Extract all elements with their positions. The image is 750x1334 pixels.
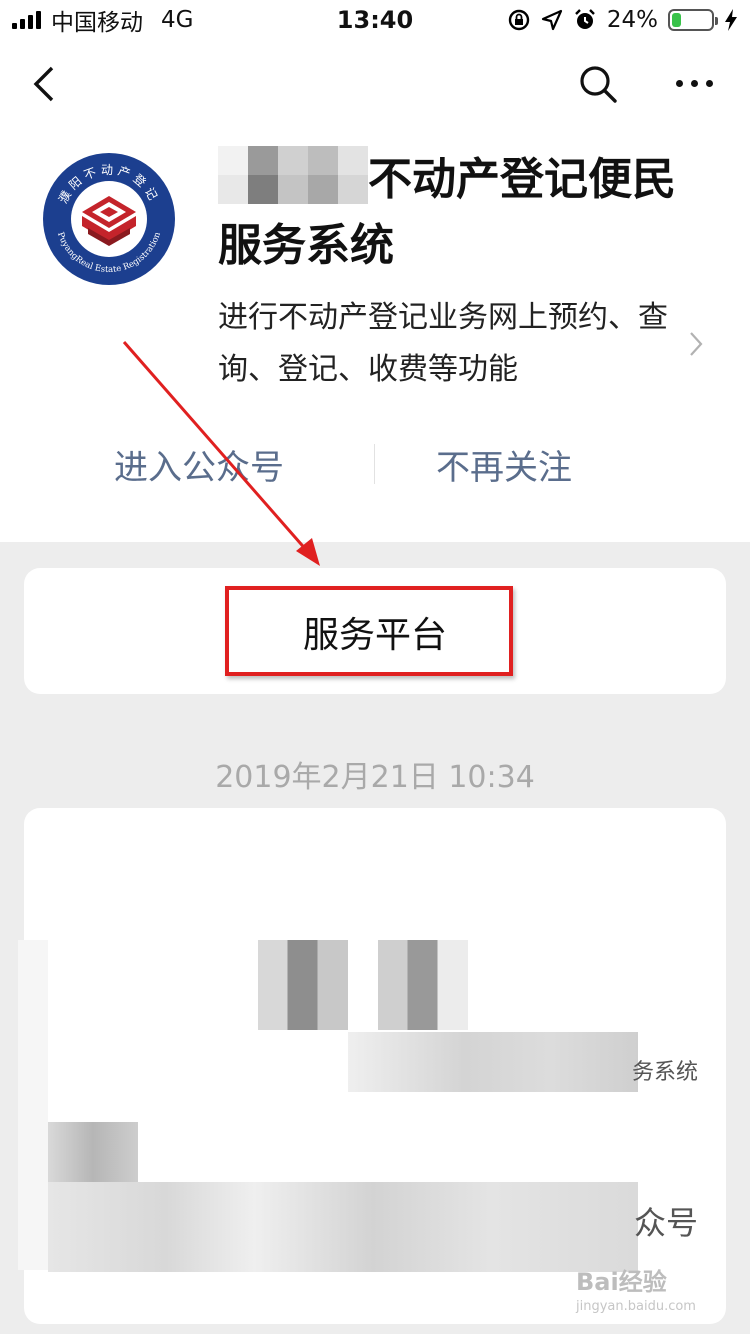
- message-snippet: 务系统: [632, 1060, 699, 1085]
- back-arrow-icon[interactable]: [28, 64, 58, 104]
- location-icon: [541, 9, 562, 31]
- enter-account-button[interactable]: 进入公众号: [114, 440, 284, 489]
- divider: [374, 444, 375, 484]
- highlight-box: [225, 586, 513, 676]
- chevron-right-icon[interactable]: [688, 330, 704, 358]
- mosaic-block: [18, 940, 48, 1270]
- account-description: 进行不动产登记业务网上预约、查询、登记、收费等功能: [218, 300, 668, 387]
- account-title: 不动产登记便民服务系统: [218, 146, 688, 279]
- status-right: 24%: [507, 6, 738, 34]
- unfollow-button[interactable]: 不再关注: [436, 440, 572, 489]
- mosaic-block: [48, 1182, 638, 1272]
- mosaic-block: [258, 940, 348, 1030]
- status-bar: 中国移动 4G 13:40 24%: [0, 0, 750, 40]
- rotation-lock-icon: [508, 9, 530, 31]
- charging-icon: [725, 9, 737, 31]
- message-date: 2019年2月21日 10:34: [215, 760, 535, 795]
- battery-percent: 24%: [606, 7, 658, 33]
- more-options-icon[interactable]: [676, 80, 713, 87]
- account-logo: 濮阳不动产登记 PuyangReal Estate Registration: [43, 153, 175, 285]
- battery-icon: [668, 9, 718, 31]
- mosaic-block: [348, 1032, 638, 1092]
- battery-fill: [672, 13, 682, 27]
- mosaic-block: [48, 1122, 138, 1182]
- message-snippet: 众号: [634, 1204, 699, 1242]
- nav-bar: [0, 44, 750, 124]
- watermark: Bai经验 jingyan.baidu.com: [576, 1268, 696, 1314]
- profile-actions: 进入公众号 不再关注: [0, 430, 750, 500]
- alarm-icon: [575, 9, 595, 29]
- redacted-mosaic: [218, 146, 368, 204]
- search-icon[interactable]: [578, 64, 618, 104]
- mosaic-block: [378, 940, 468, 1030]
